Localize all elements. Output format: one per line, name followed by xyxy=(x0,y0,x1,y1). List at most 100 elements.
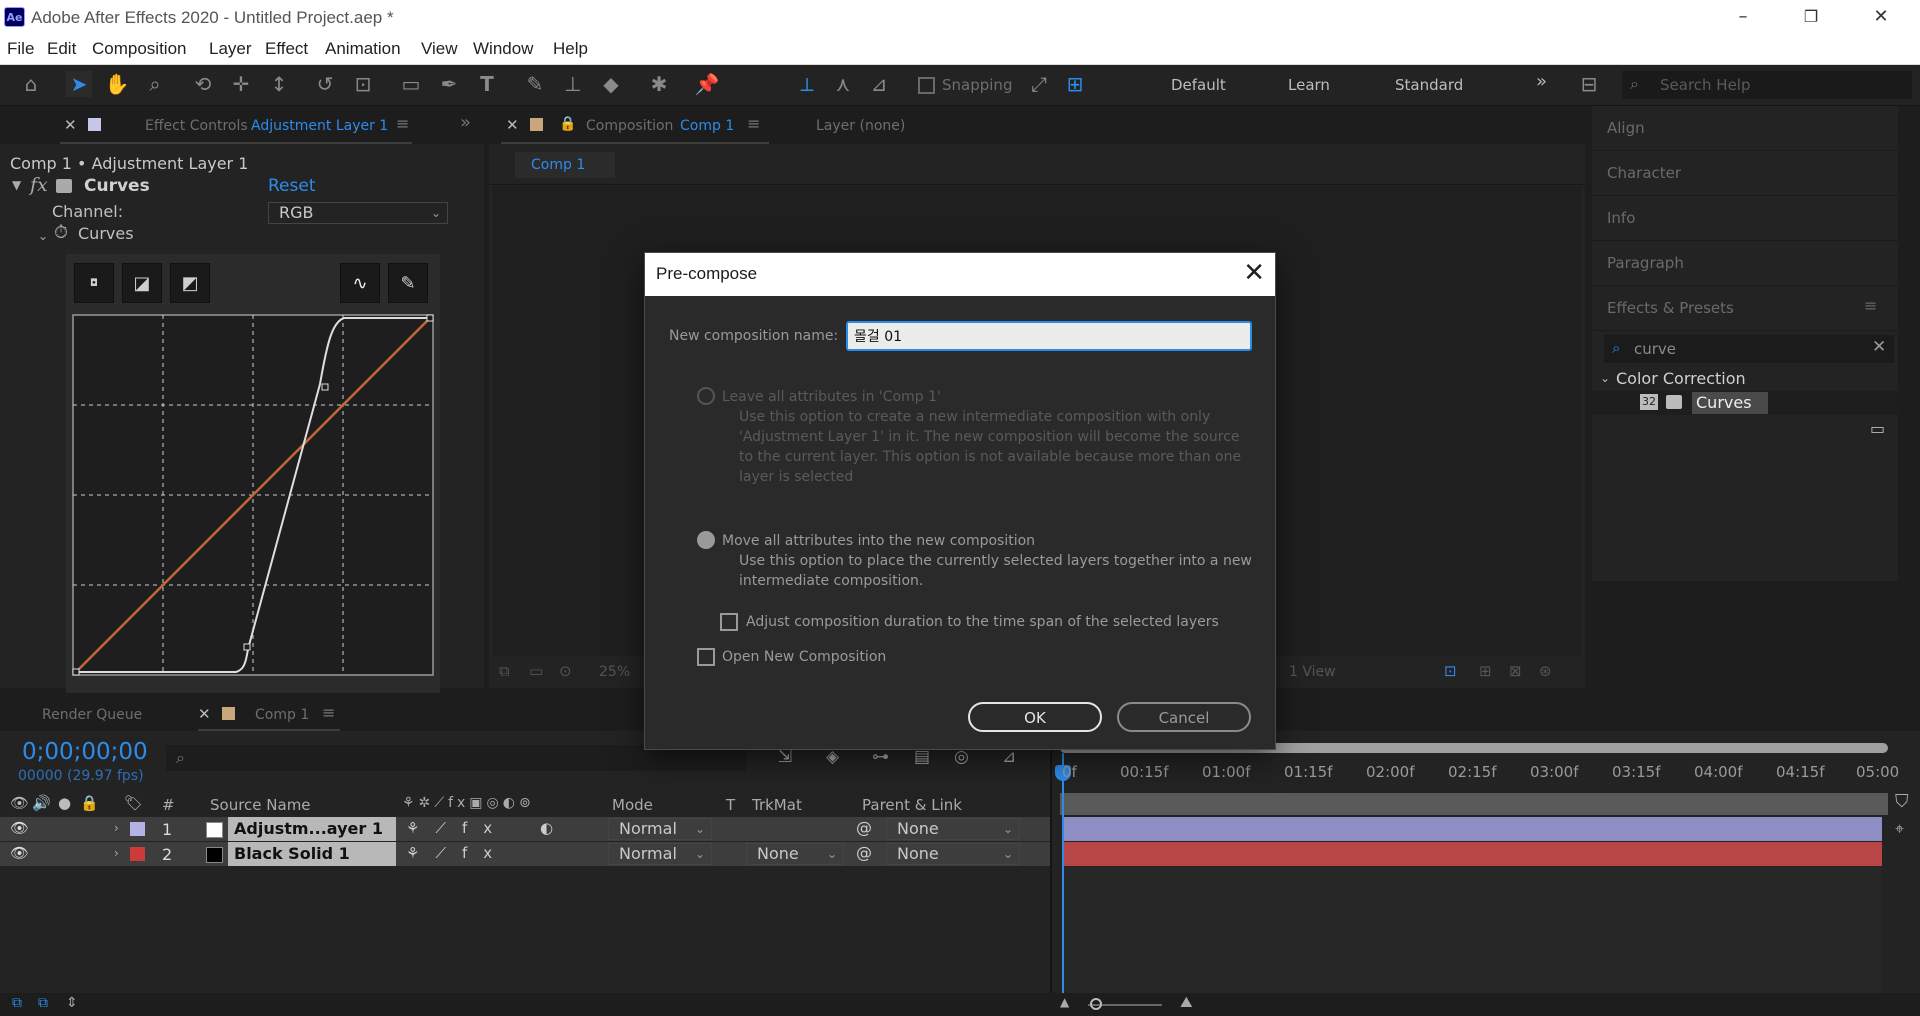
menu-file[interactable]: File xyxy=(7,39,34,59)
blend-mode-dropdown[interactable]: Normal ⌄ xyxy=(608,818,712,840)
layer-twirl-icon[interactable]: › xyxy=(114,846,119,860)
curve-size-small-icon[interactable]: ◘ xyxy=(74,263,114,303)
curve-point[interactable] xyxy=(426,314,434,322)
dialog-close-icon[interactable]: ✕ xyxy=(1243,258,1265,288)
transparency-grid-icon[interactable]: ⊞ xyxy=(1479,662,1492,680)
vr-icon[interactable]: ⊙ xyxy=(559,662,572,680)
close-tab-icon[interactable]: ✕ xyxy=(198,705,211,723)
column-source-name[interactable]: Source Name xyxy=(210,796,311,814)
layer-label-color[interactable] xyxy=(130,822,145,836)
layer-label-color[interactable] xyxy=(130,847,145,861)
rotate-behind-tool-icon[interactable]: ⟲ xyxy=(190,71,216,97)
zoom-slider-thumb[interactable] xyxy=(1090,998,1102,1010)
video-switch-icon[interactable]: 👁 xyxy=(10,794,29,812)
curve-point[interactable] xyxy=(243,643,251,651)
align-panel[interactable]: Align xyxy=(1592,106,1898,151)
blend-mode-dropdown[interactable]: Normal ⌄ xyxy=(608,843,712,865)
parent-dropdown[interactable]: None ⌄ xyxy=(886,843,1020,865)
layer-name-cell[interactable]: Adjustm...ayer 1 xyxy=(228,817,396,841)
composition-tab-label[interactable]: Composition xyxy=(586,118,673,134)
zoom-tool-icon[interactable]: ⌕ xyxy=(142,71,168,97)
layer-twirl-icon[interactable]: › xyxy=(114,821,119,835)
home-icon[interactable]: ⌂ xyxy=(18,71,44,97)
menu-effect[interactable]: Effect xyxy=(265,39,308,59)
eye-icon[interactable]: 👁 xyxy=(10,844,29,862)
restore-button[interactable]: ❐ xyxy=(1788,4,1834,30)
roto-brush-tool-icon[interactable]: ✱ xyxy=(646,71,672,97)
view-layout[interactable]: 1 View xyxy=(1289,664,1336,680)
pan-tool-icon[interactable]: ✛ xyxy=(228,71,254,97)
pick-whip-icon[interactable]: @ xyxy=(856,843,872,862)
menu-animation[interactable]: Animation xyxy=(325,39,401,59)
pan-behind-tool-icon[interactable]: ⊡ xyxy=(350,71,376,97)
channel-dropdown[interactable]: RGB ⌄ xyxy=(268,202,448,224)
motion-blur-icon[interactable]: ◎ xyxy=(954,747,969,767)
pencil-curve-tool-icon[interactable]: ✎ xyxy=(388,263,428,303)
layer-switches-toggle-icon[interactable]: ⧉ xyxy=(12,995,22,1011)
composition-name-input[interactable] xyxy=(846,321,1252,351)
comp-subtab[interactable]: Comp 1 xyxy=(515,152,615,178)
puppet-pin-tool-icon[interactable]: 📌 xyxy=(694,71,720,97)
menu-help[interactable]: Help xyxy=(553,39,588,59)
clone-stamp-tool-icon[interactable]: ⊥ xyxy=(560,71,586,97)
curves-twirl-icon[interactable]: ⌄ xyxy=(38,229,48,243)
fx-toggle-icon[interactable]: fx xyxy=(30,174,48,196)
time-navigator[interactable] xyxy=(1060,793,1888,815)
close-tab-icon[interactable]: ✕ xyxy=(64,116,77,134)
effects-presets-panel[interactable]: Effects & Presets ≡ xyxy=(1592,286,1898,331)
graph-editor-icon[interactable]: ⊿ xyxy=(1002,747,1016,767)
rectangle-tool-icon[interactable]: ▭ xyxy=(398,71,424,97)
local-axis-icon[interactable]: ⟂ xyxy=(794,71,820,97)
draft-3d-icon[interactable]: ◈ xyxy=(826,747,839,767)
comp-marker-bin-icon[interactable]: ⛉ xyxy=(1895,791,1909,812)
fast-preview-icon[interactable]: ⊡ xyxy=(1444,662,1457,680)
rotation-tool-icon[interactable]: ↺ xyxy=(312,71,338,97)
menu-layer[interactable]: Layer xyxy=(209,39,252,59)
close-button[interactable]: ✕ xyxy=(1858,4,1904,30)
panel-expand-icon[interactable]: » xyxy=(460,112,471,133)
curves-effect-item[interactable]: Curves xyxy=(1692,392,1768,414)
info-panel[interactable]: Info xyxy=(1592,196,1898,241)
reset-exposure-icon[interactable]: ⊛ xyxy=(1539,662,1552,680)
reset-button[interactable]: Reset xyxy=(268,176,316,196)
sync-settings-icon[interactable]: ⊟ xyxy=(1576,71,1602,97)
snap-grid-icon[interactable]: ⊞ xyxy=(1062,71,1088,97)
effect-controls-layer-name[interactable]: Adjustment Layer 1 xyxy=(251,118,388,134)
timeline-track-area[interactable] xyxy=(1064,867,1882,1007)
zoom-out-icon[interactable]: ▲ xyxy=(1060,995,1069,1009)
new-folder-icon[interactable]: ▭ xyxy=(1870,419,1885,438)
curves-graph[interactable] xyxy=(72,314,434,676)
curve-size-large-icon[interactable]: ◩ xyxy=(170,263,210,303)
curve-point[interactable] xyxy=(72,668,80,676)
layer-panel-tab[interactable]: Layer (none) xyxy=(816,118,905,134)
frame-blending-icon[interactable]: ▤ xyxy=(914,747,930,767)
workspace-standard[interactable]: Standard xyxy=(1395,76,1463,94)
comp-mini-flowchart-icon[interactable]: ⇲ xyxy=(778,747,792,767)
panel-menu-icon[interactable]: ≡ xyxy=(1864,296,1877,315)
pick-whip-icon[interactable]: @ xyxy=(856,818,872,837)
layer-1-duration-bar[interactable] xyxy=(1064,817,1882,841)
panel-menu-icon[interactable]: ≡ xyxy=(396,114,409,133)
solo-switch-icon[interactable]: ● xyxy=(58,794,71,812)
ok-button[interactable]: OK xyxy=(968,702,1102,732)
clear-search-icon[interactable]: ✕ xyxy=(1872,337,1886,357)
open-new-composition-label[interactable]: Open New Composition xyxy=(722,649,886,665)
adjustment-layer-icon[interactable]: ◐ xyxy=(540,819,553,837)
minimize-button[interactable]: – xyxy=(1720,4,1766,30)
current-time-display[interactable]: 0;00;00;00 xyxy=(22,739,148,765)
shy-layers-icon[interactable]: ⊶ xyxy=(872,747,889,767)
panel-menu-icon[interactable]: ≡ xyxy=(322,703,335,722)
layer-2-duration-bar[interactable] xyxy=(1064,842,1882,866)
brush-tool-icon[interactable]: ✎ xyxy=(522,71,548,97)
menu-edit[interactable]: Edit xyxy=(47,39,76,59)
audio-switch-icon[interactable]: 🔊 xyxy=(32,794,51,812)
menu-window[interactable]: Window xyxy=(473,39,533,59)
snapping-checkbox[interactable] xyxy=(918,77,935,94)
comp-button-icon[interactable]: ⌖ xyxy=(1895,819,1904,839)
lock-icon[interactable]: 🔒 xyxy=(559,116,576,132)
menu-view[interactable]: View xyxy=(421,39,458,59)
transfer-controls-toggle-icon[interactable]: ⧉ xyxy=(38,995,48,1011)
trkmat-dropdown[interactable]: None ⌄ xyxy=(746,843,844,865)
flowchart-icon[interactable]: ⊠ xyxy=(1509,662,1522,680)
adjust-duration-checkbox[interactable] xyxy=(720,613,738,631)
